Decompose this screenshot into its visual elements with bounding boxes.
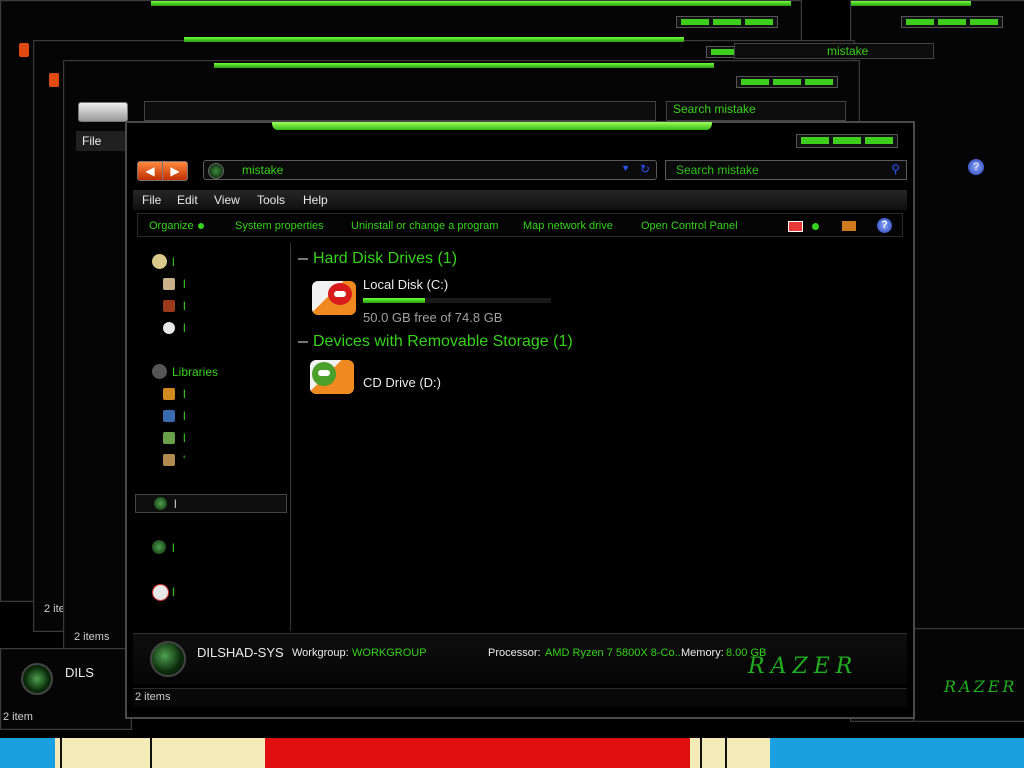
nav-favorite-desktop[interactable]: l	[163, 276, 263, 292]
menu-file[interactable]: File	[142, 193, 161, 207]
ghost-address-field	[144, 101, 656, 121]
minimize-button[interactable]	[801, 137, 829, 144]
status-bar: 2 items	[133, 688, 907, 707]
local-disk-name[interactable]: Local Disk (C:)	[363, 277, 448, 292]
nav-library-videos[interactable]: '	[163, 452, 263, 468]
uninstall-program-button[interactable]: Uninstall or change a program	[351, 220, 498, 232]
view-options-dot-icon[interactable]	[812, 223, 819, 230]
local-disk-free-space: 50.0 GB free of 74.8 GB	[363, 310, 503, 325]
processor-label: Processor:	[488, 647, 541, 659]
computer-name: DILSHAD-SYS	[197, 645, 284, 660]
dropdown-dot-icon	[197, 223, 204, 230]
ghost-search-field: mistake	[734, 43, 934, 59]
open-control-panel-button[interactable]: Open Control Panel	[641, 220, 738, 232]
nav-network[interactable]: l	[152, 584, 282, 601]
system-properties-button[interactable]: System properties	[235, 220, 324, 232]
menu-tools[interactable]: Tools	[257, 193, 285, 207]
group-collapse-dash[interactable]	[298, 258, 308, 260]
ghost-razer-logo: RAZER	[944, 677, 1018, 696]
libraries-icon	[152, 364, 167, 379]
caption-buttons[interactable]	[796, 134, 898, 148]
ghost-status-3: 2 item	[3, 711, 33, 723]
memory-label: Memory:	[681, 647, 724, 659]
ghost-window-5: DILS 2 item	[0, 648, 132, 730]
preview-pane-icon[interactable]	[842, 221, 856, 231]
chevron-down-icon[interactable]: ▼	[621, 163, 630, 173]
nav-library-documents[interactable]: l	[163, 386, 263, 402]
menu-bar: File Edit View Tools Help	[133, 190, 907, 210]
arrow-right-icon: ▶	[170, 164, 180, 178]
cd-drive-icon[interactable]	[310, 360, 354, 394]
nav-libraries[interactable]: Libraries	[152, 364, 282, 380]
nav-homegroup[interactable]: l	[135, 494, 287, 513]
processor-value: AMD Ryzen 7 5800X 8-Co...	[545, 647, 684, 659]
nav-favorite-recent[interactable]: l	[163, 320, 263, 336]
group-collapse-dash-2[interactable]	[298, 341, 308, 343]
forward-button[interactable]: ▶	[162, 161, 188, 181]
workgroup-label: Workgroup:	[292, 647, 349, 659]
nav-favorite-downloads[interactable]: l	[163, 298, 263, 314]
map-network-drive-button[interactable]: Map network drive	[523, 220, 613, 232]
group-hard-disk-drives[interactable]: Hard Disk Drives (1)	[313, 250, 457, 268]
computer-orb-icon	[208, 163, 224, 179]
computer-orb-large-icon	[150, 641, 186, 677]
network-icon	[152, 584, 169, 601]
ghost-computer-name: DILS	[65, 665, 94, 680]
change-view-icon[interactable]	[788, 221, 803, 232]
menu-edit[interactable]: Edit	[177, 193, 198, 207]
search-icon[interactable]: ⚲	[891, 162, 900, 176]
homegroup-icon	[154, 497, 167, 510]
razer-logo: RAZER	[748, 654, 859, 679]
recent-places-icon	[163, 322, 175, 334]
nav-library-music[interactable]: l	[163, 408, 263, 424]
cd-drive-name[interactable]: CD Drive (D:)	[363, 375, 441, 390]
nav-favorites[interactable]: l	[152, 254, 282, 270]
menu-view[interactable]: View	[214, 193, 240, 207]
status-item-count: 2 items	[135, 691, 171, 703]
local-disk-icon[interactable]	[312, 281, 356, 315]
refresh-icon[interactable]: ↻	[640, 162, 650, 176]
downloads-icon	[163, 300, 175, 312]
back-button[interactable]: ◀	[137, 161, 163, 181]
search-input[interactable]: Search mistake ⚲	[665, 160, 907, 180]
disk-usage-bar	[363, 298, 551, 303]
computer-icon	[152, 540, 166, 554]
pictures-icon	[163, 432, 175, 444]
desktop-wallpaper	[0, 738, 1024, 768]
ghost-window-6: RAZER	[913, 628, 1024, 722]
maximize-button[interactable]	[833, 137, 861, 144]
ghost-help-icon: ?	[968, 159, 984, 175]
address-bar[interactable]: mistake ▼ ↻	[203, 160, 657, 180]
title-bar-glow	[272, 122, 712, 130]
videos-icon	[163, 454, 175, 466]
ghost-search-field-2: Search mistake	[666, 101, 846, 121]
search-placeholder: Search mistake	[676, 163, 759, 177]
desktop-icon	[163, 278, 175, 290]
address-text: mistake	[242, 163, 284, 177]
group-removable-storage[interactable]: Devices with Removable Storage (1)	[313, 333, 573, 351]
close-button[interactable]	[865, 137, 893, 144]
music-icon	[163, 410, 175, 422]
organize-button[interactable]: Organize	[149, 220, 204, 232]
documents-icon	[163, 388, 175, 400]
help-icon[interactable]: ?	[877, 218, 892, 233]
nav-library-pictures[interactable]: l	[163, 430, 263, 446]
nav-computer[interactable]: l	[152, 540, 282, 556]
menu-help[interactable]: Help	[303, 193, 328, 207]
ghost-status-2: 2 items	[74, 631, 110, 643]
ghost-nav-buttons	[78, 102, 128, 122]
workgroup-value: WORKGROUP	[352, 647, 427, 659]
arrow-left-icon: ◀	[145, 164, 155, 178]
star-icon	[152, 254, 167, 269]
